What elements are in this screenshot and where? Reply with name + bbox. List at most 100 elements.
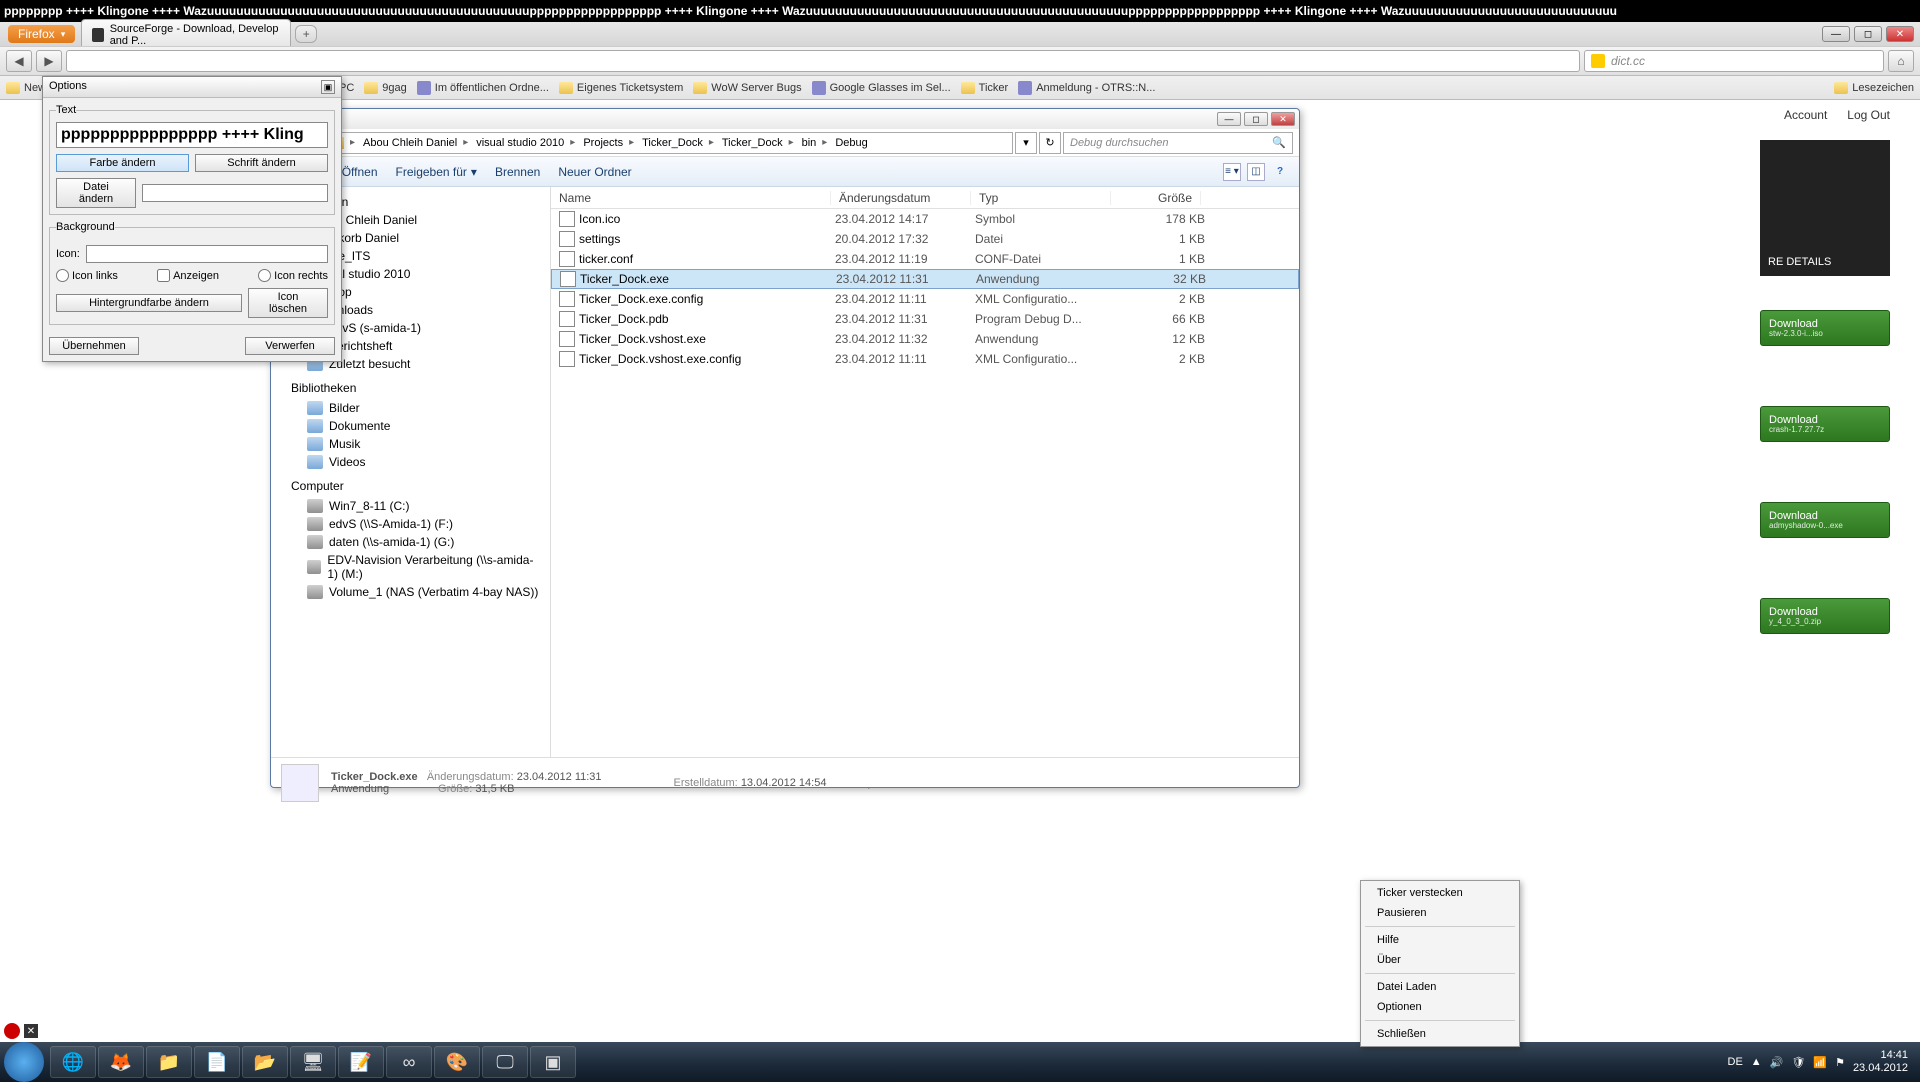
close-icon[interactable]: ▣ [321,80,335,94]
bookmark-item[interactable]: Im öffentlichen Ordne... [417,81,549,95]
tray-icon[interactable]: ⚑ [1835,1056,1845,1069]
crumb[interactable]: Abou Chleih Daniel [359,137,472,149]
taskbar-item[interactable]: ∞ [386,1046,432,1078]
show-checkbox[interactable]: Anzeigen [157,269,219,282]
new-folder-button[interactable]: Neuer Ordner [558,165,631,179]
taskbar-item[interactable]: 🖥 [290,1046,336,1078]
change-file-button[interactable]: Datei ändern [56,178,136,208]
record-icon[interactable] [4,1023,20,1039]
tree-item[interactable]: EDV-Navision Verarbeitung (\\s-amida-1) … [271,551,550,583]
taskbar-item[interactable]: 🎨 [434,1046,480,1078]
menu-item[interactable]: Schließen [1363,1024,1517,1044]
taskbar-item[interactable]: ▣ [530,1046,576,1078]
url-input[interactable] [66,50,1580,72]
tray-icon[interactable]: 🔊 [1770,1056,1784,1069]
close-icon[interactable]: ✕ [24,1024,38,1038]
file-row[interactable]: Ticker_Dock.pdb 23.04.2012 11:31 Program… [551,309,1299,329]
burn-button[interactable]: Brennen [495,165,540,179]
taskbar-item[interactable]: 📂 [242,1046,288,1078]
tray-icon[interactable]: ▲ [1751,1056,1762,1068]
column-headers[interactable]: Name Änderungsdatum Typ Größe [551,187,1299,209]
file-row[interactable]: ticker.conf 23.04.2012 11:19 CONF-Datei … [551,249,1299,269]
taskbar-item[interactable]: 🖵 [482,1046,528,1078]
taskbar-item[interactable]: 📄 [194,1046,240,1078]
icon-left-radio[interactable]: Icon links [56,269,118,282]
icon-input[interactable] [86,245,328,263]
tree-item[interactable]: Volume_1 (NAS (Verbatim 4-bay NAS)) [271,583,550,601]
bookmark-item[interactable]: Eigenes Ticketsystem [559,82,683,94]
col-size[interactable]: Größe [1111,191,1201,205]
tray-icon[interactable]: 📶 [1813,1056,1827,1069]
browser-tab[interactable]: SourceForge - Download, Develop and P... [81,19,291,50]
tree-item[interactable]: Dokumente [271,417,550,435]
bookmark-item[interactable]: 9gag [364,82,406,94]
close-button[interactable]: ✕ [1886,26,1914,42]
tree-item[interactable]: edvS (\\S-Amida-1) (F:) [271,515,550,533]
file-row[interactable]: Icon.ico 23.04.2012 14:17 Symbol 178 KB [551,209,1299,229]
refresh-button[interactable]: ↻ [1039,132,1061,154]
download-button[interactable]: Downloady_4_0_3_0.zip [1760,598,1890,634]
tree-item[interactable]: Win7_8-11 (C:) [271,497,550,515]
discard-button[interactable]: Verwerfen [245,337,335,355]
tray-icon[interactable]: 🛡 [1791,1056,1805,1069]
maximize-button[interactable]: ◻ [1244,112,1268,126]
menu-item[interactable]: Ticker verstecken [1363,883,1517,903]
bookmarks-menu[interactable]: Lesezeichen [1834,82,1914,94]
file-row[interactable]: Ticker_Dock.vshost.exe 23.04.2012 11:32 … [551,329,1299,349]
options-titlebar[interactable]: Options ▣ [43,77,341,98]
file-row[interactable]: Ticker_Dock.vshost.exe.config 23.04.2012… [551,349,1299,369]
dropdown-button[interactable]: ▾ [1015,132,1037,154]
maximize-button[interactable]: ◻ [1854,26,1882,42]
tree-item[interactable]: Bilder [271,399,550,417]
col-name[interactable]: Name [551,191,831,205]
explorer-search-input[interactable]: Debug durchsuchen 🔍 [1063,132,1293,154]
firefox-menu-button[interactable]: Firefox [8,25,75,43]
minimize-button[interactable]: — [1217,112,1241,126]
crumb[interactable]: Ticker_Dock [718,137,798,149]
download-button[interactable]: Downloadadmyshadow-0...exe [1760,502,1890,538]
preview-pane-button[interactable]: ◫ [1247,163,1265,181]
help-button[interactable]: ? [1271,163,1289,181]
taskbar-item[interactable]: 📁 [146,1046,192,1078]
bookmark-item[interactable]: Anmeldung - OTRS::N... [1018,81,1155,95]
new-tab-button[interactable]: + [295,25,317,43]
bookmark-item[interactable]: Ticker [961,82,1009,94]
col-date[interactable]: Änderungsdatum [831,191,971,205]
change-font-button[interactable]: Schrift ändern [195,154,328,172]
taskbar-item[interactable]: 🌐 [50,1046,96,1078]
tree-item[interactable]: daten (\\s-amida-1) (G:) [271,533,550,551]
col-type[interactable]: Typ [971,191,1111,205]
crumb[interactable]: bin [798,137,832,149]
breadcrumb[interactable]: Abou Chleih Daniel visual studio 2010 Pr… [325,132,1013,154]
forward-button[interactable]: ▶ [36,50,62,72]
featured-box[interactable]: RE DETAILS [1760,140,1890,276]
file-row[interactable]: Ticker_Dock.exe.config 23.04.2012 11:11 … [551,289,1299,309]
change-color-button[interactable]: Farbe ändern [56,154,189,172]
apply-button[interactable]: Übernehmen [49,337,139,355]
crumb[interactable]: Debug [831,137,877,149]
start-button[interactable] [4,1042,44,1082]
tree-section[interactable]: Bibliotheken [271,373,550,399]
ticker-text-input[interactable] [56,122,328,148]
language-indicator[interactable]: DE [1728,1056,1743,1068]
tree-item[interactable]: Musik [271,435,550,453]
close-button[interactable]: ✕ [1271,112,1295,126]
delete-icon-button[interactable]: Icon löschen [248,288,328,318]
file-input[interactable] [142,184,328,202]
tree-item[interactable]: Videos [271,453,550,471]
clock[interactable]: 14:41 23.04.2012 [1853,1049,1908,1075]
download-button[interactable]: Downloadstw-2.3.0-i...iso [1760,310,1890,346]
icon-right-radio[interactable]: Icon rechts [258,269,328,282]
logout-link[interactable]: Log Out [1847,108,1890,122]
taskbar-item[interactable]: 🦊 [98,1046,144,1078]
crumb[interactable]: Projects [579,137,638,149]
share-button[interactable]: Freigeben für ▾ [396,165,477,179]
download-button[interactable]: Downloadcrash-1.7.27.7z [1760,406,1890,442]
menu-item[interactable]: Optionen [1363,997,1517,1017]
menu-item[interactable]: Datei Laden [1363,977,1517,997]
search-input[interactable]: dict.cc [1584,50,1884,72]
crumb[interactable]: Ticker_Dock [638,137,718,149]
tree-section[interactable]: Computer [271,471,550,497]
file-row[interactable]: Ticker_Dock.exe 23.04.2012 11:31 Anwendu… [551,269,1299,289]
home-button[interactable]: ⌂ [1888,50,1914,72]
